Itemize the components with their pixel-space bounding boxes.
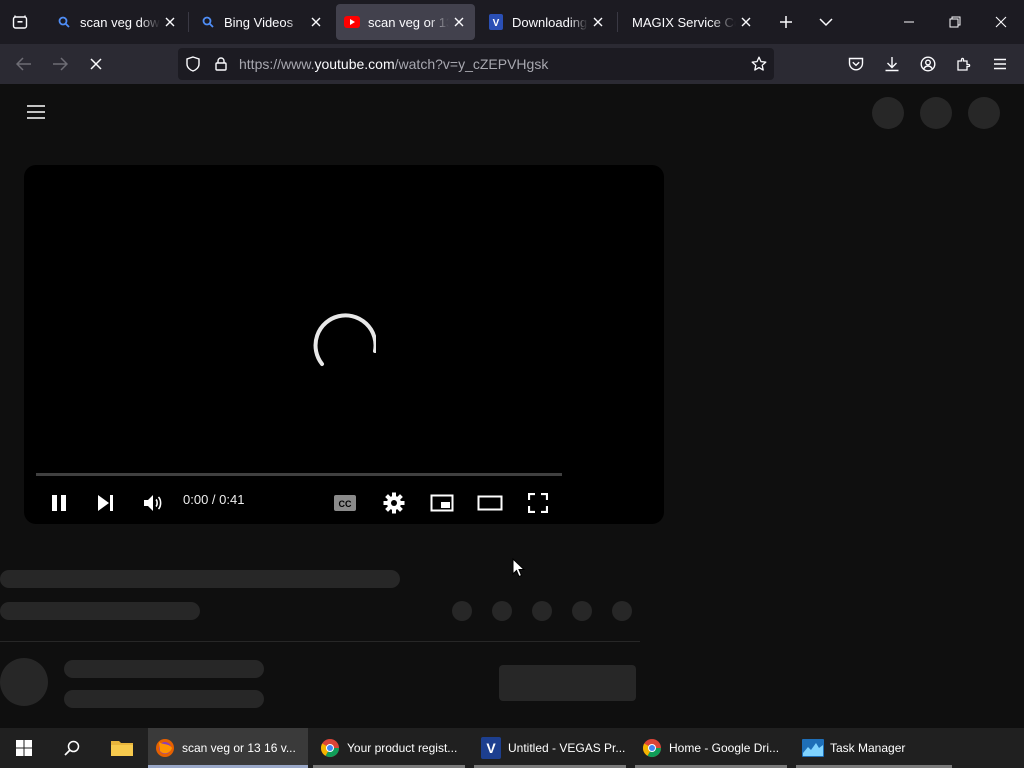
tab-title: MAGIX Service Center (632, 14, 736, 30)
tab-close-icon[interactable] (736, 12, 756, 32)
address-bar[interactable]: https://www.youtube.com/watch?v=y_cZEPVH… (178, 48, 774, 80)
browser-tab[interactable]: MAGIX Service Center (624, 4, 762, 40)
taskbar-app-label: Task Manager (830, 741, 906, 755)
subtitles-cc-icon[interactable]: CC (327, 485, 363, 521)
account-icon[interactable] (914, 50, 942, 78)
bing-search-icon (56, 14, 72, 30)
browser-tab[interactable]: Bing Videos (192, 4, 332, 40)
list-tabs-chevron-icon[interactable] (812, 8, 840, 36)
bing-search-icon (200, 14, 216, 30)
theater-mode-icon[interactable] (472, 485, 508, 521)
task-manager-icon (802, 737, 824, 759)
taskbar-app[interactable]: Task Manager (796, 728, 952, 768)
back-arrow-icon[interactable] (10, 50, 38, 78)
taskbar-app-label: Your product regist... (347, 741, 458, 755)
browser-tab-active[interactable]: scan veg or 13 16 vegas (336, 4, 475, 40)
placeholder-circle (920, 97, 952, 129)
taskbar-app-label: scan veg or 13 16 v... (182, 741, 296, 755)
firefox-view-icon[interactable] (6, 8, 34, 36)
hamburger-menu-icon[interactable] (986, 50, 1014, 78)
close-window-icon[interactable] (987, 8, 1015, 36)
windows-taskbar: scan veg or 13 16 v... Your product regi… (0, 728, 1024, 768)
action-placeholder (492, 601, 512, 621)
taskbar-app[interactable]: scan veg or 13 16 v... (148, 728, 308, 768)
vegas-icon: V (488, 14, 504, 30)
file-explorer-icon[interactable] (108, 734, 136, 762)
time-display: 0:00 / 0:41 (183, 492, 245, 507)
bookmark-star-icon[interactable] (745, 50, 773, 78)
mouse-cursor-icon (512, 557, 526, 578)
vegas-icon: V (480, 737, 502, 759)
browser-tab-strip: scan veg downloads Bing Videos scan veg … (0, 0, 1024, 44)
action-placeholder (612, 601, 632, 621)
loading-spinner-icon (312, 312, 378, 376)
forward-arrow-icon[interactable] (46, 50, 74, 78)
extensions-puzzle-icon[interactable] (950, 50, 978, 78)
windows-start-icon[interactable] (10, 734, 38, 762)
title-placeholder (0, 570, 400, 588)
taskbar-app[interactable]: Home - Google Dri... (635, 728, 787, 768)
taskbar-app[interactable]: V Untitled - VEGAS Pr... (474, 728, 626, 768)
subtitle-placeholder (0, 602, 200, 620)
tab-close-icon[interactable] (160, 12, 180, 32)
tab-title: Bing Videos (224, 14, 294, 30)
channel-name-placeholder (64, 660, 264, 678)
volume-icon[interactable] (135, 485, 171, 521)
stop-loading-icon[interactable] (82, 50, 110, 78)
action-placeholder (452, 601, 472, 621)
tab-close-icon[interactable] (449, 12, 469, 32)
action-placeholder (572, 601, 592, 621)
channel-avatar-placeholder (0, 658, 48, 706)
lock-icon[interactable] (207, 50, 235, 78)
progress-bar[interactable] (36, 473, 562, 476)
taskbar-app-label: Untitled - VEGAS Pr... (508, 741, 626, 755)
tracking-protection-shield-icon[interactable] (179, 50, 207, 78)
subscribe-button-placeholder (499, 665, 636, 701)
miniplayer-icon[interactable] (424, 485, 460, 521)
guide-menu-icon[interactable] (22, 98, 50, 126)
taskbar-app-label: Home - Google Dri... (669, 741, 780, 755)
tab-title: scan veg downloads (80, 14, 160, 30)
settings-gear-icon[interactable] (376, 485, 412, 521)
downloads-icon[interactable] (878, 50, 906, 78)
tab-close-icon[interactable] (306, 12, 326, 32)
taskbar-app[interactable]: Your product regist... (313, 728, 465, 768)
channel-subs-placeholder (64, 690, 264, 708)
svg-text:V: V (486, 740, 496, 756)
svg-text:V: V (493, 18, 500, 29)
fullscreen-icon[interactable] (520, 485, 556, 521)
restore-icon[interactable] (941, 8, 969, 36)
youtube-page: 0:00 / 0:41 CC (0, 84, 1024, 728)
svg-text:CC: CC (339, 499, 352, 509)
placeholder-circle (872, 97, 904, 129)
search-icon[interactable] (58, 734, 86, 762)
browser-navigation-bar: https://www.youtube.com/watch?v=y_cZEPVH… (0, 44, 1024, 84)
pocket-icon[interactable] (842, 50, 870, 78)
firefox-icon (154, 737, 176, 759)
tab-close-icon[interactable] (588, 12, 608, 32)
video-player[interactable]: 0:00 / 0:41 CC (24, 165, 664, 524)
chrome-icon (641, 737, 663, 759)
youtube-icon (344, 14, 360, 30)
chrome-icon (319, 737, 341, 759)
browser-tab[interactable]: scan veg downloads (48, 4, 186, 40)
placeholder-circle (968, 97, 1000, 129)
browser-tab[interactable]: V Downloading VEGAS (480, 4, 614, 40)
divider (0, 641, 640, 642)
next-icon[interactable] (88, 485, 124, 521)
action-placeholder (532, 601, 552, 621)
tab-title: scan veg or 13 16 vegas (368, 14, 449, 30)
tab-title: Downloading VEGAS (512, 14, 588, 30)
minimize-icon[interactable] (895, 8, 923, 36)
pause-icon[interactable] (41, 485, 77, 521)
new-tab-icon[interactable] (772, 8, 800, 36)
url-text[interactable]: https://www.youtube.com/watch?v=y_cZEPVH… (239, 56, 548, 72)
